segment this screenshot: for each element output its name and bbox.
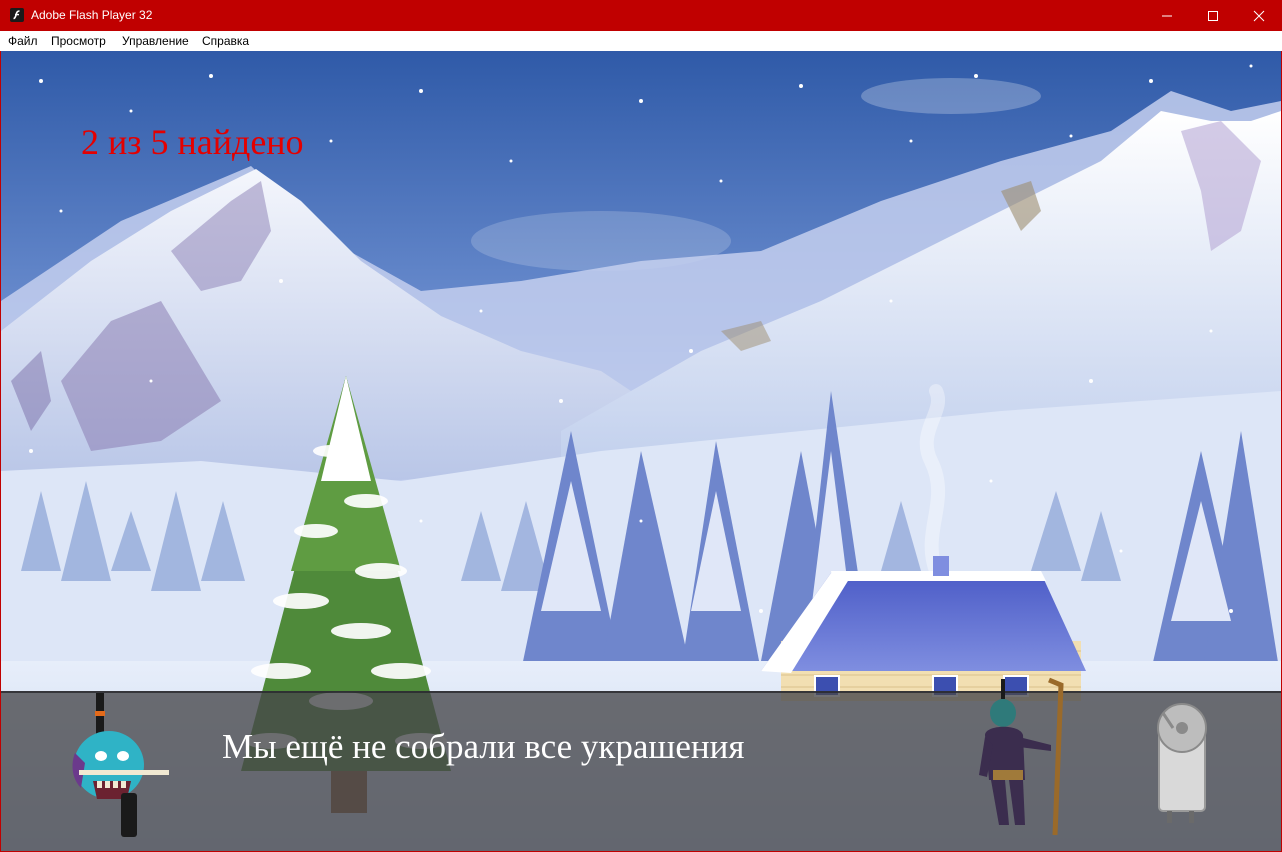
flash-icon xyxy=(10,8,24,22)
close-icon xyxy=(1253,10,1265,21)
dialog-box[interactable]: Мы ещё не собрали все украшения xyxy=(1,677,1281,851)
menu-control[interactable]: Управление xyxy=(122,34,189,48)
window-title: Adobe Flash Player 32 xyxy=(31,8,153,22)
maximize-button[interactable] xyxy=(1190,0,1236,31)
minimize-icon xyxy=(1162,15,1172,16)
menu-view[interactable]: Просмотр xyxy=(51,34,106,48)
tribal-character xyxy=(979,677,1064,835)
found-counter: 2 из 5 найдено xyxy=(81,122,304,162)
close-button[interactable] xyxy=(1236,0,1282,31)
minimize-button[interactable] xyxy=(1144,0,1190,31)
menu-help[interactable]: Справка xyxy=(202,34,249,48)
game-stage[interactable]: 2 из 5 найдено Мы ещё не собрали все укр… xyxy=(1,51,1281,851)
dialog-text: Мы ещё не собрали все украшения xyxy=(222,727,745,766)
menu-bar: Файл Просмотр Управление Справка xyxy=(0,31,1282,51)
title-bar[interactable]: Adobe Flash Player 32 xyxy=(0,0,1282,31)
maximize-icon xyxy=(1208,10,1218,21)
grinder-box-item xyxy=(1157,703,1207,823)
menu-file[interactable]: Файл xyxy=(8,34,38,48)
voodoo-head-character xyxy=(72,693,169,837)
